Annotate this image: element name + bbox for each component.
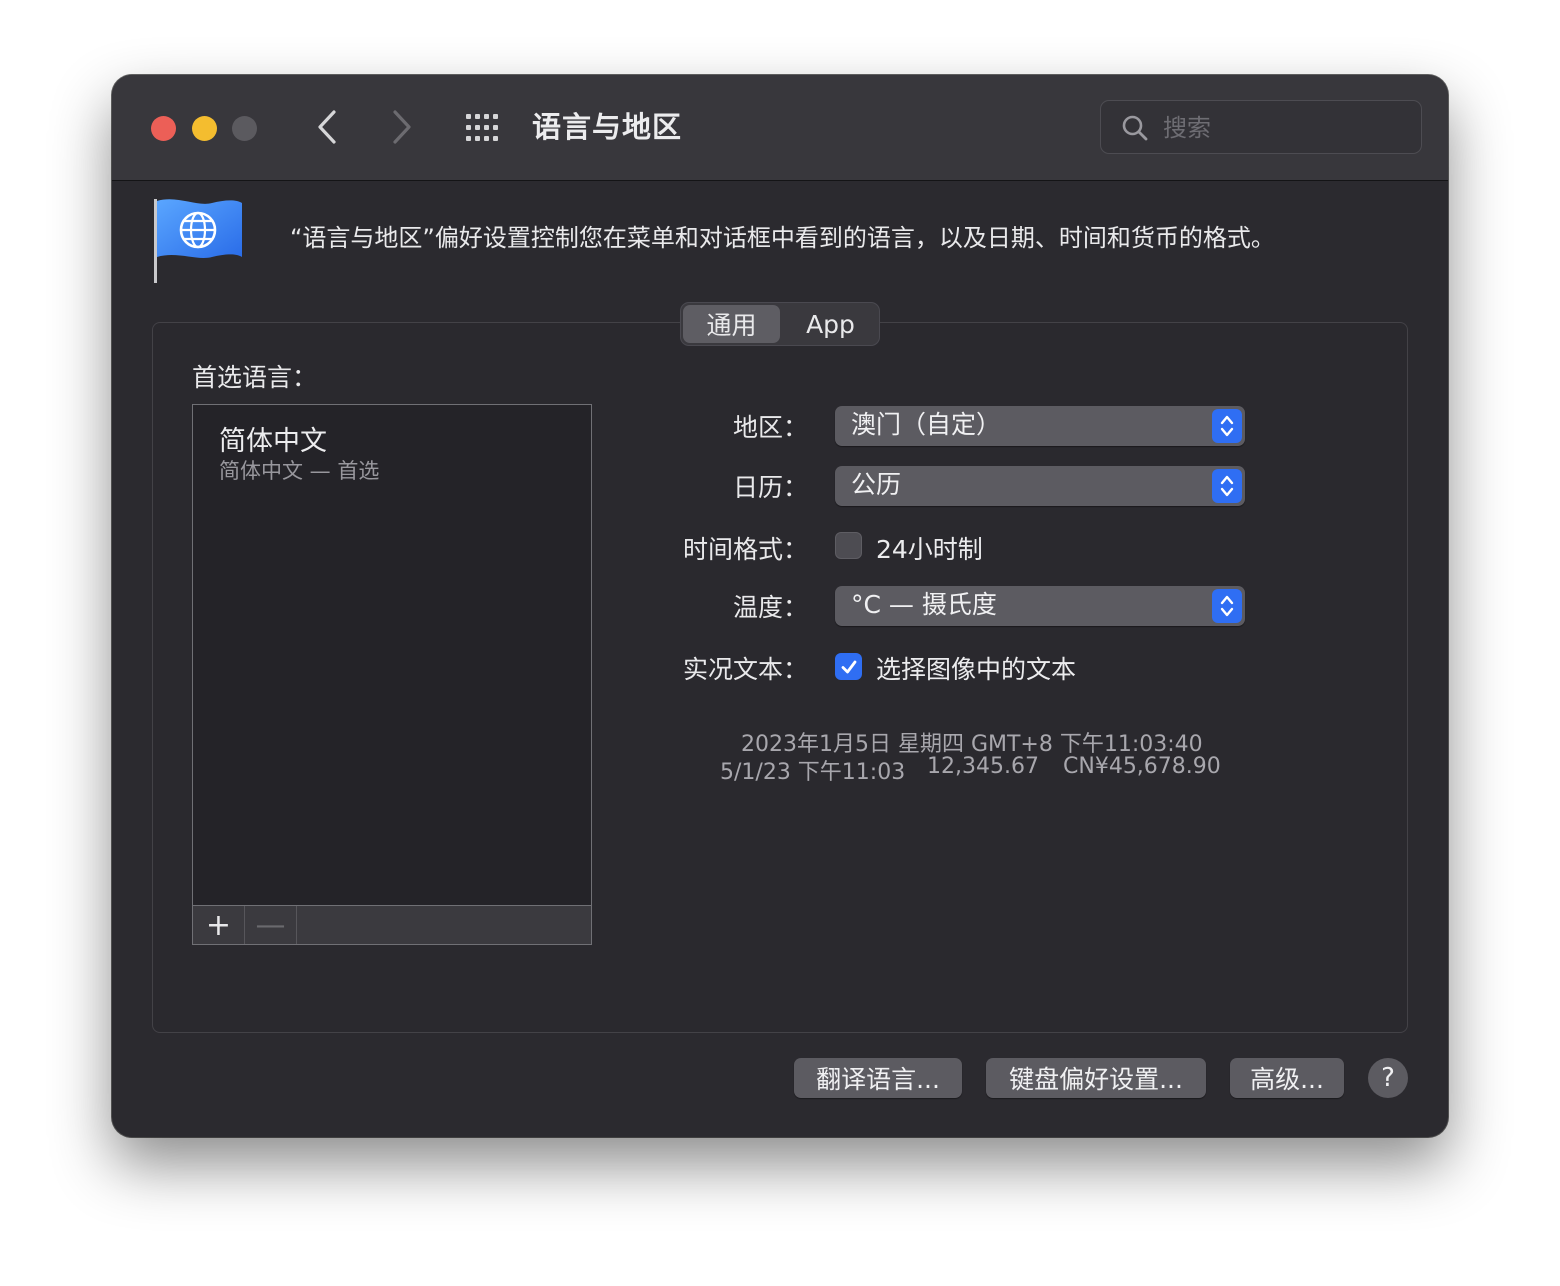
chevron-right-icon <box>393 110 411 144</box>
search-input[interactable] <box>1161 109 1405 147</box>
region-value: 澳门（自定） <box>851 410 1002 439</box>
region-label: 地区： <box>732 413 808 442</box>
calendar-popup[interactable]: 公历 <box>835 466 1245 506</box>
titlebar: 语言与地区 <box>112 75 1448 181</box>
preferred-languages-label: 首选语言： <box>192 363 318 392</box>
chevron-left-icon <box>318 110 336 144</box>
sample-number: 12,345.67 <box>927 754 1039 779</box>
close-window-button[interactable] <box>151 116 176 141</box>
pane-description: “语言与地区”偏好设置控制您在菜单和对话框中看到的语言，以及日期、时间和货币的格… <box>290 224 1275 252</box>
calendar-value: 公历 <box>851 470 902 499</box>
calendar-label: 日历： <box>732 473 808 502</box>
tab-app[interactable]: App <box>782 303 879 345</box>
forward-button[interactable] <box>382 105 422 149</box>
language-list-toolbar: + — <box>192 905 592 945</box>
grid-icon <box>466 114 498 141</box>
time-format-label: 时间格式： <box>682 535 808 564</box>
language-list[interactable]: 简体中文 简体中文 — 首选 <box>192 404 592 906</box>
add-language-button[interactable]: + <box>193 906 245 944</box>
tab-bar: 通用 App <box>680 302 880 346</box>
language-name: 简体中文 <box>219 426 327 457</box>
updown-arrows-icon <box>1212 409 1242 443</box>
updown-arrows-icon <box>1212 469 1242 503</box>
live-text-checkbox[interactable] <box>835 653 862 680</box>
preferences-window: 语言与地区 “语言与地区”偏好设置控制您在菜单和对话框中看到的语言，以及日期、时… <box>112 75 1448 1137</box>
checkmark-icon <box>841 660 856 673</box>
region-popup[interactable]: 澳门（自定） <box>835 406 1245 446</box>
language-subtitle: 简体中文 — 首选 <box>219 459 380 483</box>
remove-language-button[interactable]: — <box>245 906 297 944</box>
sample-currency: CN¥45,678.90 <box>1063 754 1221 779</box>
keyboard-preferences-button[interactable]: 键盘偏好设置... <box>986 1058 1206 1098</box>
advanced-button[interactable]: 高级... <box>1230 1058 1344 1098</box>
zoom-window-button[interactable] <box>232 116 257 141</box>
temperature-label: 温度： <box>732 593 808 622</box>
24-hour-checkbox-label[interactable]: 24小时制 <box>876 530 983 566</box>
live-text-label: 实况文本： <box>682 655 808 684</box>
temperature-popup[interactable]: °C — 摄氏度 <box>835 586 1245 626</box>
window-title: 语言与地区 <box>532 110 683 144</box>
search-field[interactable] <box>1100 100 1422 154</box>
updown-arrows-icon <box>1212 589 1242 623</box>
translate-language-button[interactable]: 翻译语言... <box>794 1058 962 1098</box>
live-text-checkbox-label[interactable]: 选择图像中的文本 <box>876 650 1076 686</box>
sample-short-date: 5/1/23 下午11:03 <box>720 760 906 785</box>
show-all-button[interactable] <box>462 111 506 145</box>
temperature-value: °C — 摄氏度 <box>851 590 997 619</box>
tab-general[interactable]: 通用 <box>683 305 780 343</box>
minimize-window-button[interactable] <box>192 116 217 141</box>
24-hour-checkbox[interactable] <box>835 532 862 559</box>
search-icon <box>1122 115 1148 141</box>
globe-flag-icon <box>154 199 242 283</box>
help-button[interactable]: ? <box>1368 1058 1408 1098</box>
back-button[interactable] <box>307 105 347 149</box>
